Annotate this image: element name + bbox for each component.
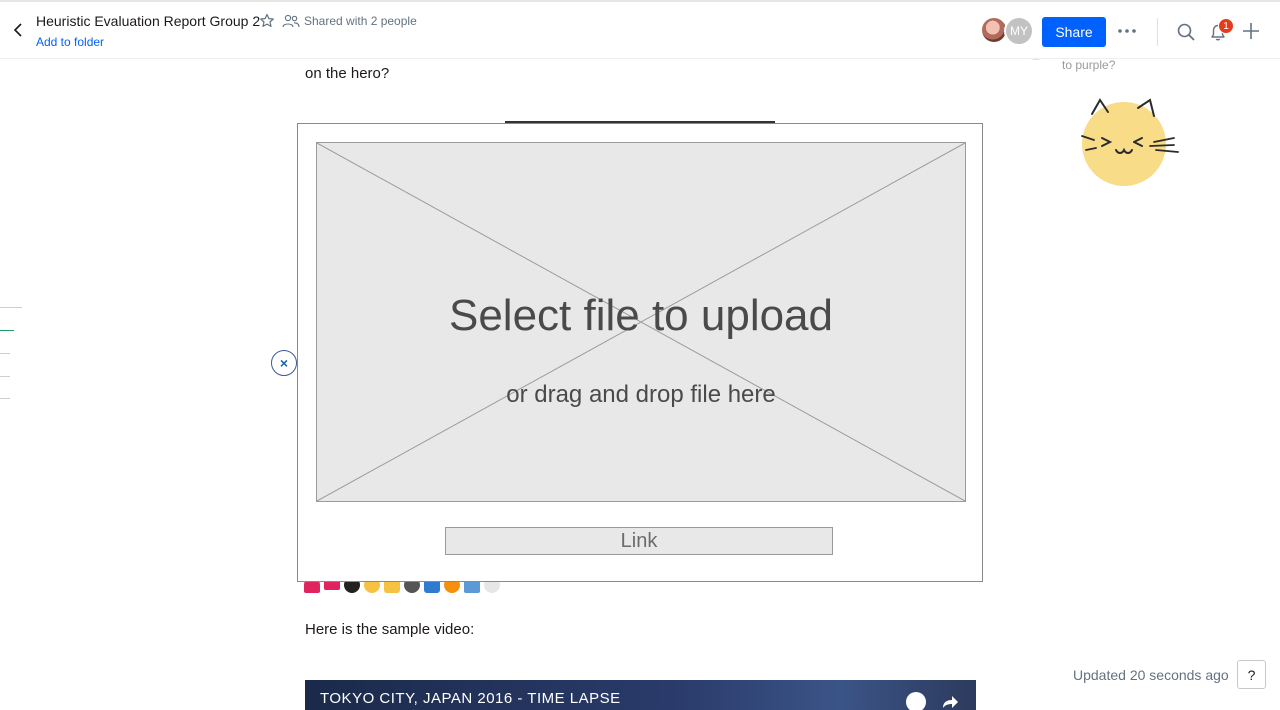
document-title[interactable]: Heuristic Evaluation Report Group 2 <box>36 13 260 29</box>
outline-line[interactable] <box>0 398 10 399</box>
star-icon <box>260 13 274 27</box>
document-header: Heuristic Evaluation Report Group 2 Shar… <box>0 2 1280 59</box>
cat-sticker <box>1078 96 1182 192</box>
avatar-initials[interactable]: MY <box>1004 16 1034 46</box>
share-arrow-icon[interactable] <box>939 692 959 710</box>
hero-question-text: on the hero? <box>305 65 390 82</box>
upload-dialog: Select file to upload or drag and drop f… <box>297 123 983 582</box>
create-button[interactable] <box>1241 21 1261 41</box>
video-title: TOKYO CITY, JAPAN 2016 - TIME LAPSE <box>320 690 621 707</box>
more-icon <box>1118 29 1136 33</box>
close-upload-button[interactable]: × <box>271 350 297 376</box>
upload-subtitle: or drag and drop file here <box>506 381 776 408</box>
notification-badge: 1 <box>1218 18 1234 34</box>
file-drop-zone[interactable]: Select file to upload or drag and drop f… <box>316 142 966 502</box>
help-button[interactable]: ? <box>1237 660 1266 689</box>
outline-line-active[interactable] <box>0 330 14 331</box>
cat-face-icon <box>1081 98 1179 186</box>
star-button[interactable] <box>259 13 275 29</box>
search-icon <box>1177 23 1195 41</box>
plus-icon <box>1243 23 1259 39</box>
chevron-left-icon <box>13 23 22 37</box>
search-button[interactable] <box>1176 22 1196 42</box>
more-options-button[interactable] <box>1116 20 1138 42</box>
embedded-video[interactable]: TOKYO CITY, JAPAN 2016 - TIME LAPSE <box>305 680 976 710</box>
comment-text[interactable]: to purple? <box>1062 58 1115 72</box>
share-button[interactable]: Share <box>1042 17 1106 47</box>
back-button[interactable] <box>10 20 26 40</box>
outline-line[interactable] <box>0 376 10 377</box>
header-divider <box>1157 18 1158 46</box>
sample-video-text: Here is the sample video: <box>305 621 475 638</box>
upload-title: Select file to upload <box>448 291 834 340</box>
add-to-folder-link[interactable]: Add to folder <box>36 35 104 49</box>
people-icon <box>282 14 300 28</box>
shared-with-link[interactable]: Shared with 2 people <box>282 14 417 28</box>
watch-later-icon[interactable] <box>906 692 926 710</box>
outline-line[interactable] <box>0 353 10 354</box>
last-updated-status: Updated 20 seconds ago <box>1073 667 1229 683</box>
shared-with-label: Shared with 2 people <box>304 14 417 28</box>
link-button[interactable]: Link <box>445 527 833 555</box>
outline-line[interactable] <box>0 307 22 308</box>
